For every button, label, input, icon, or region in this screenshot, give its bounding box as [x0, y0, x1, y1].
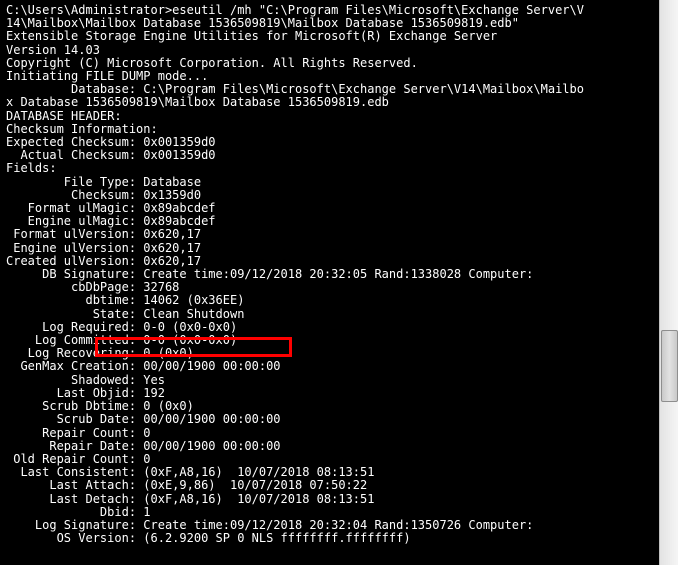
- terminal-line: DATABASE HEADER:: [6, 110, 654, 123]
- terminal-line: Scrub Date: 00/00/1900 00:00:00: [6, 413, 654, 426]
- terminal-line: GenMax Creation: 00/00/1900 00:00:00: [6, 360, 654, 373]
- terminal-line: x Database 1536509819\Mailbox Database 1…: [6, 96, 654, 109]
- scrollbar-thumb[interactable]: [661, 330, 678, 402]
- terminal-line: Last Attach: (0xE,9,86) 10/07/2018 07:50…: [6, 479, 654, 492]
- terminal-line: Shadowed: Yes: [6, 374, 654, 387]
- scrollbar-track: [660, 0, 678, 565]
- terminal-line: Dbid: 1: [6, 506, 654, 519]
- terminal-line: Version 14.03: [6, 44, 654, 57]
- terminal-line: Repair Date: 00/00/1900 00:00:00: [6, 440, 654, 453]
- terminal-line: dbtime: 14062 (0x36EE): [6, 294, 654, 307]
- terminal-line: Last Detach: (0xF,A8,16) 10/07/2018 08:1…: [6, 493, 654, 506]
- terminal-line: Extensible Storage Engine Utilities for …: [6, 30, 654, 43]
- terminal-line: Actual Checksum: 0x001359d0: [6, 149, 654, 162]
- terminal-line: State: Clean Shutdown: [6, 308, 654, 321]
- vertical-scrollbar[interactable]: [659, 0, 678, 565]
- terminal-line: File Type: Database: [6, 176, 654, 189]
- terminal-output: C:\Users\Administrator>eseutil /mh "C:\P…: [0, 0, 660, 565]
- terminal-line: Fields:: [6, 162, 654, 175]
- terminal-line: Engine ulVersion: 0x620,17: [6, 242, 654, 255]
- terminal-line: Format ulVersion: 0x620,17: [6, 228, 654, 241]
- terminal-line: OS Version: (6.2.9200 SP 0 NLS ffffffff.…: [6, 532, 654, 545]
- terminal-line: Repair Count: 0: [6, 427, 654, 440]
